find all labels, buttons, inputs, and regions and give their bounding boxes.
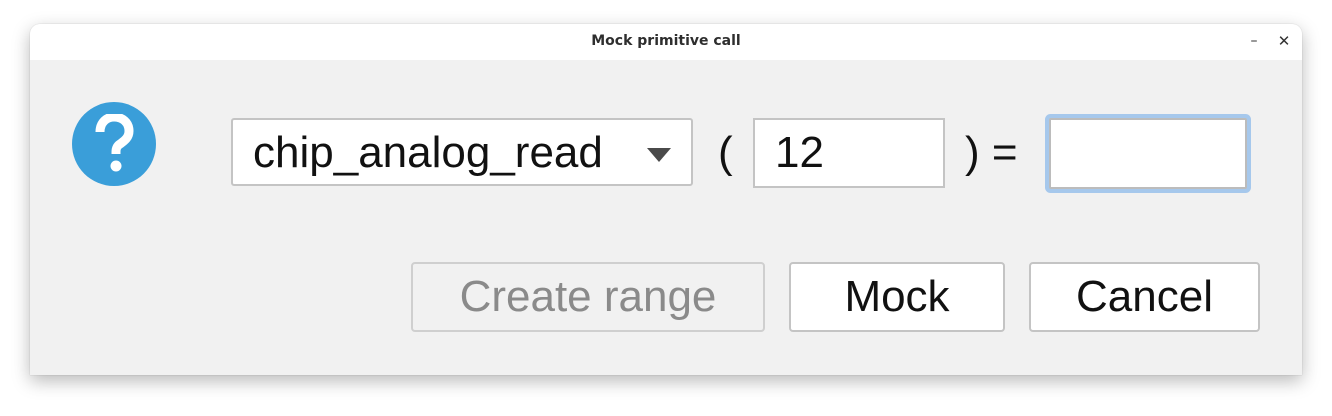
result-input[interactable]	[1049, 118, 1247, 189]
mock-primitive-dialog: Mock primitive call – ✕ chip_analog_read…	[30, 24, 1302, 375]
primitive-select-value: chip_analog_read	[253, 128, 603, 177]
window-title: Mock primitive call	[591, 33, 741, 49]
open-paren-label: (	[718, 128, 733, 177]
primitive-select[interactable]: chip_analog_read	[231, 118, 693, 186]
question-icon	[72, 102, 156, 186]
create-range-button[interactable]: Create range	[411, 262, 765, 332]
mock-button[interactable]: Mock	[789, 262, 1005, 332]
question-mark-glyph	[95, 114, 134, 172]
close-window-button[interactable]: ✕	[1273, 30, 1295, 52]
argument-input[interactable]	[753, 118, 945, 188]
minimize-button[interactable]: –	[1243, 30, 1265, 52]
cancel-button[interactable]: Cancel	[1029, 262, 1260, 332]
close-paren-equals-label: ) =	[965, 128, 1018, 177]
chevron-down-icon[interactable]	[647, 148, 671, 162]
title-bar[interactable]: Mock primitive call – ✕	[30, 24, 1302, 60]
